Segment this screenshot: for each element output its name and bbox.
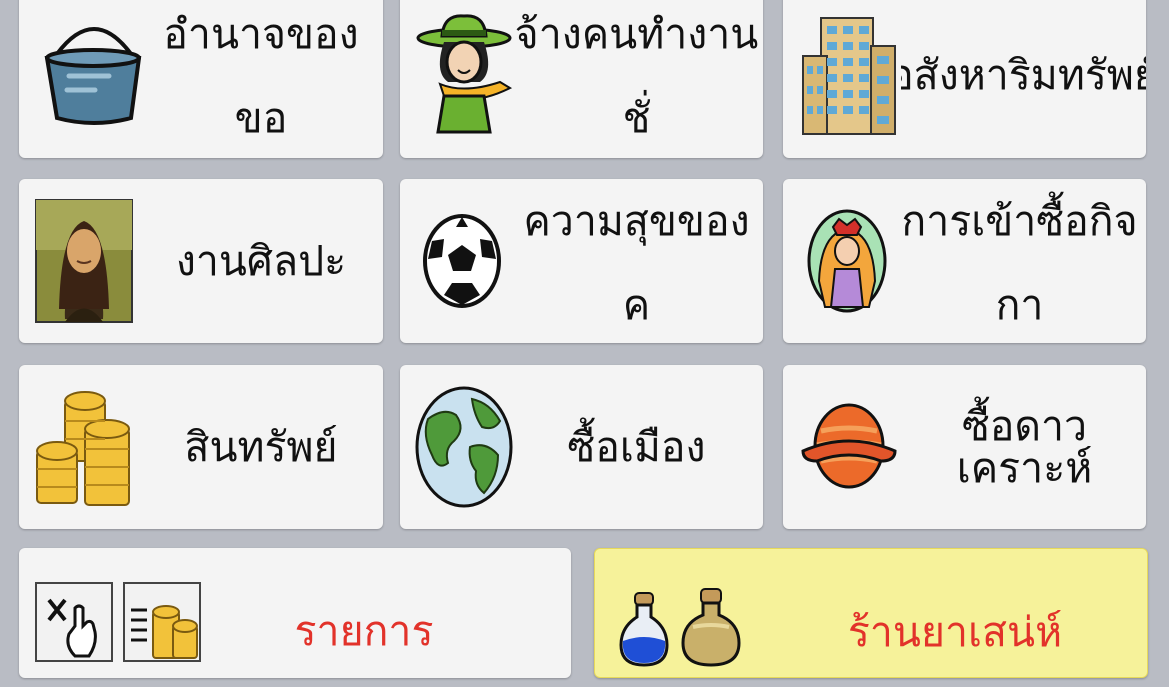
label-real-estate: อสังหาริมทรัพย์ (901, 51, 1146, 99)
mona-lisa-icon (35, 199, 133, 323)
card-power-to-beg[interactable]: อำนาจของขอ ทาน (19, 0, 383, 158)
coins-list-icon (123, 582, 201, 662)
label-buy-planet: ซื้อดาวเคราะห์ (956, 402, 1093, 492)
globe-icon (415, 386, 513, 508)
card-hire-temporary-workers[interactable]: จ้างคนทำงานชั่ วคราว (400, 0, 763, 158)
label-buy-city: ซื้อเมือง (567, 423, 706, 471)
card-real-estate[interactable]: อสังหาริมทรัพย์ (783, 0, 1146, 158)
card-company-acquisition[interactable]: การเข้าซื้อกิจกา รขององค์กร (783, 179, 1146, 343)
label-temporary-worker-happiness: ความสุขของค นทำงานชั่วครา (523, 197, 750, 329)
planet-icon (801, 403, 897, 489)
label-potion-shop: ร้านยาเสน่ห์ (847, 608, 1063, 656)
gold-potion-icon (681, 588, 741, 667)
blue-potion-icon (619, 592, 669, 667)
card-artwork[interactable]: งานศิลปะ (19, 179, 383, 343)
card-potion-shop[interactable]: ร้านยาเสน่ห์ (594, 548, 1148, 678)
label-list: รายการ (294, 607, 434, 655)
card-temporary-worker-happiness[interactable]: ความสุขของค นทำงานชั่วครา (400, 179, 763, 343)
card-assets[interactable]: สินทรัพย์ (19, 365, 383, 529)
soccer-ball-icon (423, 214, 501, 308)
label-hire-temporary-workers: จ้างคนทำงานชั่ วคราว (514, 10, 759, 142)
label-power-to-beg: อำนาจของขอ ทาน (163, 10, 359, 142)
building-icon (802, 17, 896, 135)
close-cursor-icon (35, 582, 113, 662)
person-portrait-icon (807, 209, 887, 313)
label-artwork: งานศิลปะ (175, 237, 347, 285)
card-list[interactable]: รายการ (19, 548, 571, 678)
card-buy-planet[interactable]: ซื้อดาวเคราะห์ (783, 365, 1146, 529)
card-buy-city[interactable]: ซื้อเมือง (400, 365, 763, 529)
gold-coins-icon (36, 391, 130, 506)
label-company-acquisition: การเข้าซื้อกิจกา รขององค์กร (901, 197, 1138, 329)
man-with-hat-icon (416, 14, 513, 134)
bucket-icon (44, 27, 142, 125)
label-assets: สินทรัพย์ (184, 423, 338, 471)
